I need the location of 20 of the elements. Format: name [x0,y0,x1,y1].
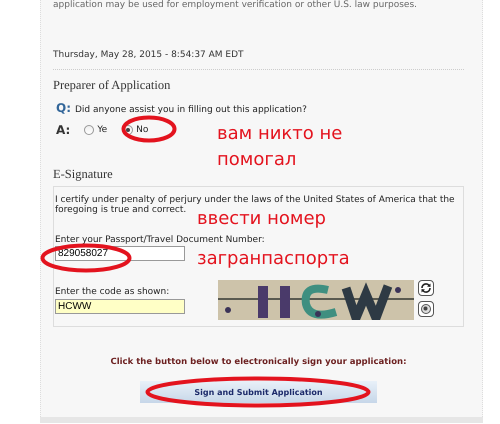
timestamp: Thursday, May 28, 2015 - 8:54:37 AM EDT [53,50,245,60]
sign-instruction: Click the button below to electronically sign your application: [109,357,408,367]
radio-button[interactable] [84,125,94,135]
field-label: Enter the code as shown: [55,287,170,297]
annotation-text: помогал [217,150,296,170]
annotation-text: загранпаспорта [197,249,350,269]
refresh-icon[interactable] [418,280,434,296]
speaker-icon[interactable] [418,301,434,317]
highlight-ellipse [121,115,177,143]
field-label: Enter your Passport/Travel Document Number: [55,235,265,245]
answer-marker: A: [56,123,70,137]
intro-text: application may be used for employment verification or other U.S. law purposes. [53,0,418,10]
section-heading: E-Signature [53,167,114,182]
question-marker: Q: [56,101,71,115]
radio-label: Ye [97,125,108,135]
section-heading: Preparer of Application [53,78,172,93]
annotation-text: вам никто не [217,124,342,144]
question-text: Did anyone assist you in filling out this application? [75,105,307,115]
radio-label: No [136,125,148,135]
captcha-code-field[interactable]: HCWW [55,299,185,314]
